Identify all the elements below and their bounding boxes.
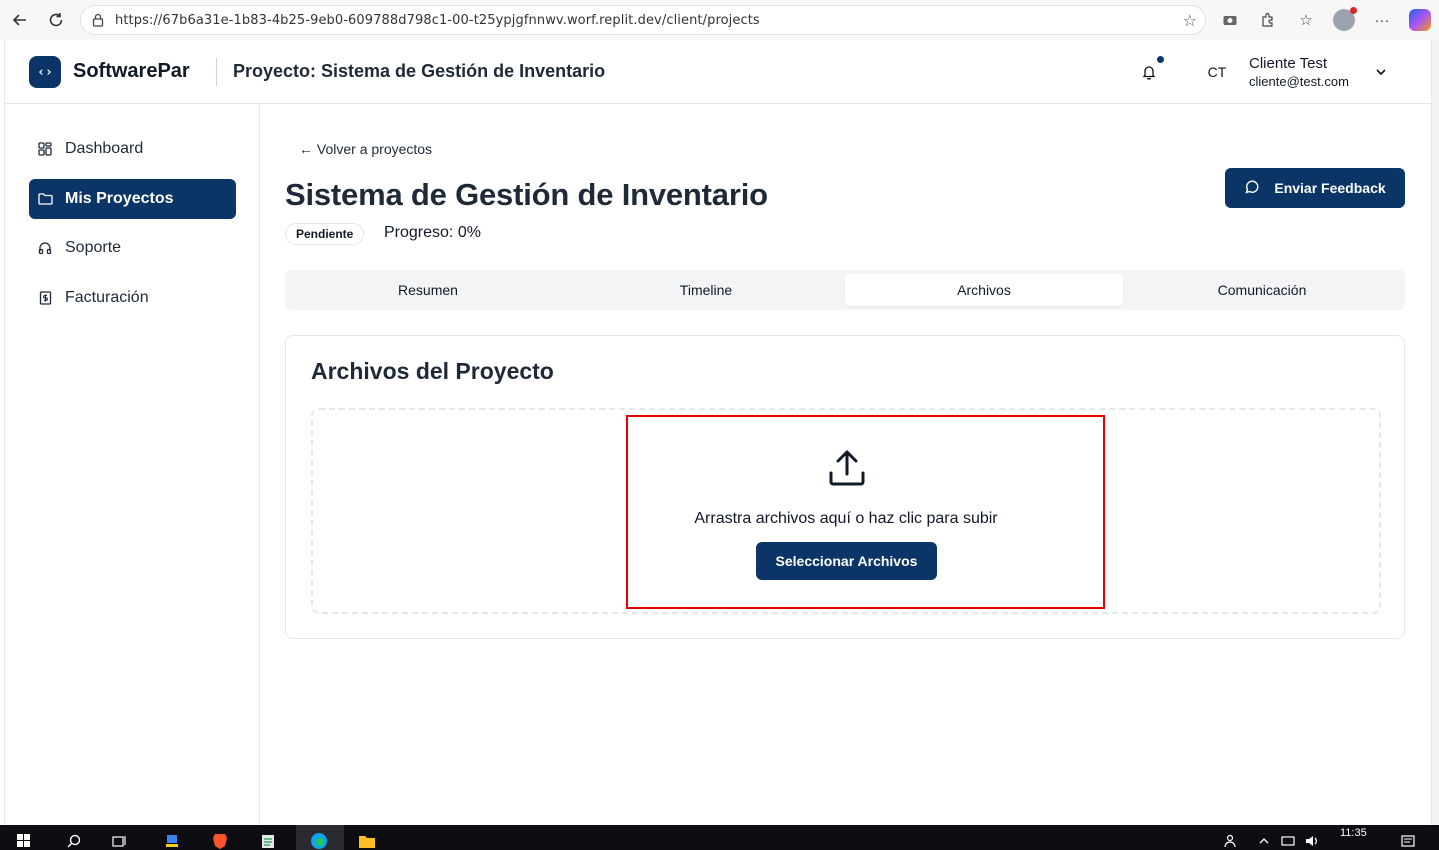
select-files-button[interactable]: Seleccionar Archivos — [756, 542, 937, 580]
brave-browser-icon[interactable] — [208, 831, 232, 850]
reload-icon[interactable] — [42, 6, 70, 34]
browser-toolbar: https://67b6a31e-1b83-4b25-9eb0-609788d7… — [0, 0, 1439, 40]
folder-icon — [37, 191, 53, 207]
search-icon[interactable] — [62, 831, 86, 850]
header-divider — [216, 58, 217, 86]
code-icon[interactable]: ‹› — [29, 56, 61, 88]
taskbar-clock[interactable]: 11:35 — [1340, 827, 1367, 839]
main-content: ← Volver a proyectos Sistema de Gestión … — [285, 105, 1405, 825]
sidebar-item-mis-proyectos[interactable]: Mis Proyectos — [29, 179, 236, 219]
sidebar-item-label: Soporte — [65, 239, 122, 256]
sidebar-item-facturacion[interactable]: Facturación — [29, 278, 236, 318]
chevron-down-icon[interactable] — [1371, 62, 1391, 82]
network-icon[interactable] — [1276, 831, 1300, 850]
file-dropzone[interactable]: Arrastra archivos aquí o haz clic para s… — [311, 408, 1381, 614]
tab-archivos[interactable]: Archivos — [845, 274, 1123, 306]
sidebar: Dashboard Mis Proyectos Soporte Facturac… — [5, 105, 260, 825]
file-explorer-icon[interactable] — [355, 831, 379, 850]
send-feedback-label: Enviar Feedback — [1274, 180, 1386, 196]
send-feedback-button[interactable]: Enviar Feedback — [1225, 168, 1405, 208]
message-circle-icon — [1244, 179, 1260, 198]
lock-icon — [92, 13, 104, 27]
notifications-icon[interactable] — [1396, 831, 1420, 850]
dropzone-text: Arrastra archivos aquí o haz clic para s… — [694, 510, 998, 527]
grid-icon — [37, 141, 53, 157]
tab-resumen[interactable]: Resumen — [289, 274, 567, 306]
sidebar-item-label: Dashboard — [65, 140, 144, 157]
user-name[interactable]: Cliente Test — [1249, 55, 1327, 72]
tab-comunicacion[interactable]: Comunicación — [1123, 274, 1401, 306]
status-badge: Pendiente — [285, 223, 365, 245]
header-project-title: Proyecto: Sistema de Gestión de Inventar… — [233, 61, 606, 81]
sidebar-item-label: Mis Proyectos — [65, 190, 174, 207]
more-icon[interactable]: ··· — [1370, 8, 1394, 32]
task-view-icon[interactable] — [108, 831, 132, 850]
progress-text: Progreso: 0% — [384, 224, 481, 241]
avatar[interactable]: CT — [1201, 58, 1233, 86]
tab-timeline[interactable]: Timeline — [567, 274, 845, 306]
extensions-icon[interactable] — [1256, 8, 1280, 32]
notepad-icon[interactable] — [256, 831, 280, 850]
page-viewport: ‹› SoftwarePar Proyecto: Sistema de Gest… — [4, 40, 1433, 825]
tray-chevron-up-icon[interactable] — [1252, 831, 1276, 850]
back-to-projects-link[interactable]: ← Volver a proyectos — [299, 141, 432, 157]
people-icon[interactable] — [1218, 831, 1242, 850]
page-scrollbar[interactable] — [1432, 40, 1439, 825]
favorite-star-icon[interactable]: ☆ — [1183, 11, 1197, 31]
back-arrow-icon[interactable] — [6, 6, 34, 34]
user-email[interactable]: cliente@test.com — [1249, 74, 1349, 89]
upload-icon — [825, 446, 869, 490]
receipt-icon — [37, 290, 53, 306]
edge-browser-icon[interactable] — [307, 831, 331, 850]
address-bar[interactable]: https://67b6a31e-1b83-4b25-9eb0-609788d7… — [80, 5, 1206, 35]
url-text: https://67b6a31e-1b83-4b25-9eb0-609788d7… — [115, 12, 760, 28]
sidebar-item-label: Facturación — [65, 289, 149, 306]
bell-icon[interactable] — [1137, 60, 1161, 84]
network-app-icon[interactable] — [160, 831, 184, 850]
volume-icon[interactable] — [1300, 831, 1324, 850]
brand-name[interactable]: SoftwarePar — [73, 60, 190, 83]
favorites-icon[interactable]: ☆ — [1294, 8, 1318, 32]
copilot-icon[interactable] — [1408, 8, 1432, 32]
files-card: Archivos del Proyecto Arrastra archivos … — [285, 335, 1405, 639]
headphones-icon — [37, 240, 53, 256]
windows-taskbar: 11:35 — [0, 825, 1439, 850]
camera-icon[interactable] — [1218, 8, 1242, 32]
files-card-title: Archivos del Proyecto — [311, 358, 554, 384]
page-title: Sistema de Gestión de Inventario — [285, 177, 768, 212]
app-header: ‹› SoftwarePar Proyecto: Sistema de Gest… — [5, 40, 1433, 104]
sidebar-item-dashboard[interactable]: Dashboard — [29, 129, 236, 169]
sidebar-item-soporte[interactable]: Soporte — [29, 228, 236, 268]
profile-icon[interactable] — [1332, 7, 1357, 32]
windows-start-icon[interactable] — [12, 831, 36, 850]
project-tabs: Resumen Timeline Archivos Comunicación — [285, 270, 1405, 310]
notification-dot — [1157, 56, 1164, 63]
